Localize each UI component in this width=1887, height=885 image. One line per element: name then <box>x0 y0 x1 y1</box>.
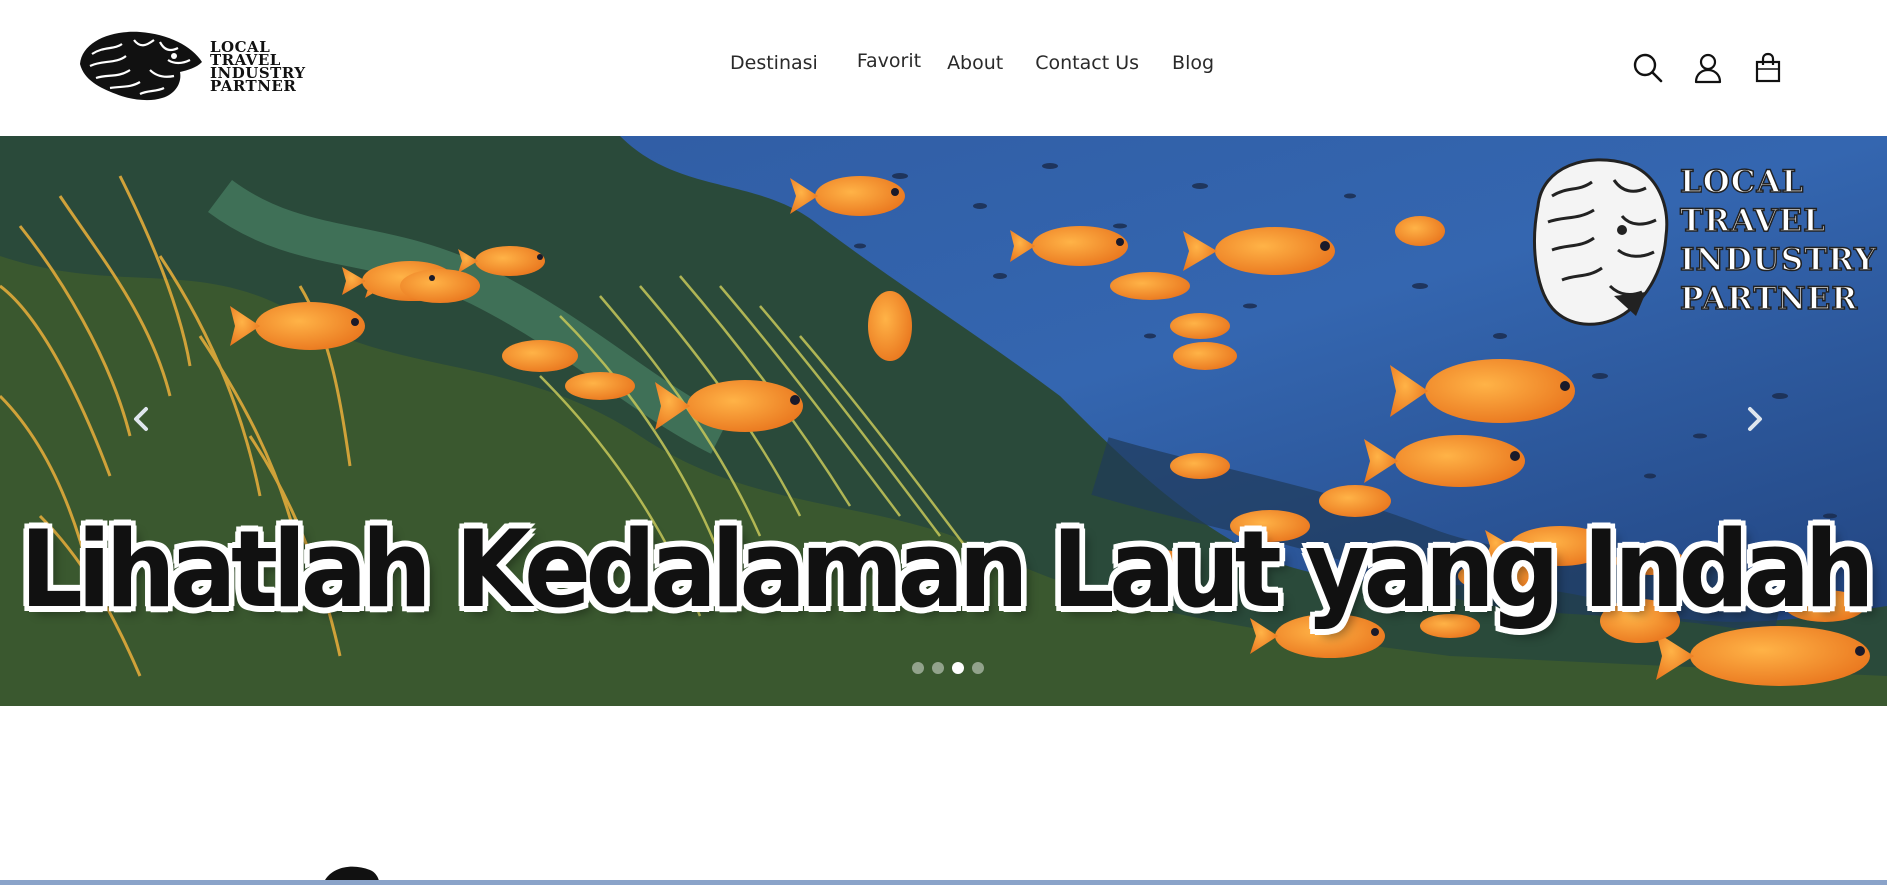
nav-item-about[interactable]: About <box>947 52 1003 74</box>
site-header: LOCAL TRAVEL INDUSTRY PARTNER Destinasi … <box>0 0 1887 136</box>
carousel-indicator[interactable] <box>912 662 924 674</box>
partial-logo-icon <box>325 866 379 880</box>
hero-carousel: LOCAL TRAVEL INDUSTRY PARTNER Lihatlah K… <box>0 136 1887 706</box>
nav-item-contact-us[interactable]: Contact Us <box>1035 52 1139 74</box>
main-nav: Destinasi Favorit About Contact Us Blog <box>730 50 1214 74</box>
hero-watermark-logo: LOCAL TRAVEL INDUSTRY PARTNER <box>1518 146 1887 336</box>
tiger-logo-icon <box>80 31 202 101</box>
header-actions <box>1630 50 1786 86</box>
site-logo[interactable]: LOCAL TRAVEL INDUSTRY PARTNER <box>70 24 342 104</box>
partial-section-logo <box>320 858 480 880</box>
search-icon[interactable] <box>1630 50 1666 86</box>
carousel-indicator-active[interactable] <box>952 662 964 674</box>
watermark-line: TRAVEL <box>1679 202 1827 240</box>
hero-watermark-text: LOCAL TRAVEL INDUSTRY PARTNER <box>1679 163 1878 319</box>
watermark-line: LOCAL <box>1679 163 1805 201</box>
carousel-indicator[interactable] <box>972 662 984 674</box>
nav-item-favorit[interactable]: Favorit <box>857 50 921 72</box>
nav-item-blog[interactable]: Blog <box>1172 52 1214 74</box>
nav-item-destinasi[interactable]: Destinasi <box>730 52 818 74</box>
shopping-bag-icon[interactable] <box>1750 50 1786 86</box>
carousel-indicator[interactable] <box>932 662 944 674</box>
section-divider <box>0 880 1887 885</box>
carousel-prev-button[interactable] <box>126 404 156 434</box>
carousel-next-button[interactable] <box>1740 404 1770 434</box>
watermark-line: PARTNER <box>1679 280 1859 318</box>
watermark-line: INDUSTRY <box>1679 241 1878 279</box>
user-icon[interactable] <box>1690 50 1726 86</box>
carousel-indicators <box>912 662 984 674</box>
hero-headline: Lihatlah Kedalaman Laut yang Indah <box>20 508 1875 631</box>
tiger-watermark-icon <box>1533 158 1669 326</box>
logo-wordmark: LOCAL TRAVEL INDUSTRY PARTNER <box>210 40 306 95</box>
chevron-left-icon <box>134 407 148 431</box>
logo-line: PARTNER <box>210 77 297 95</box>
chevron-right-icon <box>1748 407 1762 431</box>
